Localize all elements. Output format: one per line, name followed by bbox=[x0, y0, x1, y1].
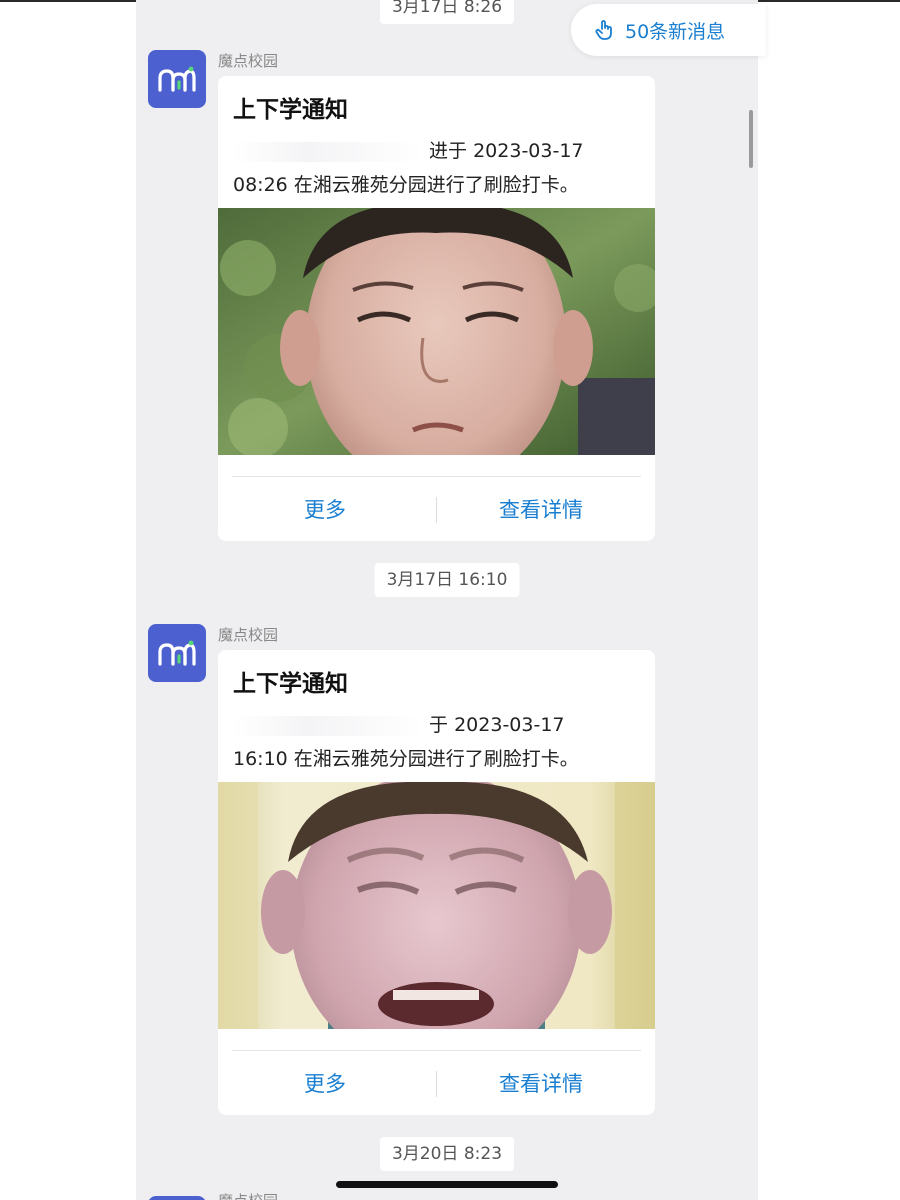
modian-logo-icon bbox=[158, 66, 196, 92]
card-divider bbox=[232, 476, 641, 477]
redacted-name bbox=[233, 141, 423, 162]
app-avatar[interactable] bbox=[148, 1196, 206, 1200]
view-details-button[interactable]: 查看详情 bbox=[499, 1068, 583, 1098]
sender-name: 魔点校园 bbox=[218, 1190, 278, 1200]
notification-card[interactable]: 上下学通知 于 2023-03-17 16:10 在湘云雅苑分园进行了刷脸打卡。 bbox=[218, 650, 655, 1115]
more-button[interactable]: 更多 bbox=[304, 1068, 346, 1098]
view-details-button[interactable]: 查看详情 bbox=[499, 494, 583, 524]
hand-pointer-icon bbox=[595, 20, 612, 40]
card-title: 上下学通知 bbox=[233, 97, 348, 123]
notification-card[interactable]: 上下学通知 进于 2023-03-17 08:26 在湘云雅苑分园进行了刷脸打卡… bbox=[218, 76, 655, 541]
sender-name: 魔点校园 bbox=[218, 52, 279, 70]
sender-name: 魔点校园 bbox=[218, 626, 279, 644]
card-text-line-2: 08:26 在湘云雅苑分园进行了刷脸打卡。 bbox=[233, 174, 579, 196]
face-scan-photo[interactable] bbox=[218, 782, 655, 1029]
card-text-line-1: 于 2023-03-17 bbox=[233, 710, 565, 737]
home-indicator[interactable] bbox=[336, 1181, 558, 1188]
timestamp: 3月17日 16:10 bbox=[374, 563, 520, 597]
action-separator bbox=[436, 1071, 437, 1097]
face-scan-photo[interactable] bbox=[218, 208, 655, 455]
chat-screen[interactable]: 3月17日 8:26 魔点校园 上下学通知 进于 2023-03-17 08:2… bbox=[136, 0, 758, 1200]
page: 3月17日 8:26 魔点校园 上下学通知 进于 2023-03-17 08:2… bbox=[0, 0, 900, 1200]
new-messages-button[interactable]: 50条新消息 bbox=[571, 4, 766, 56]
app-avatar[interactable] bbox=[148, 50, 206, 108]
timestamp: 3月20日 8:23 bbox=[379, 1137, 515, 1171]
app-avatar[interactable] bbox=[148, 624, 206, 682]
card-title: 上下学通知 bbox=[233, 671, 348, 697]
card-text-line-1-value: 于 2023-03-17 bbox=[429, 714, 565, 736]
card-text-line-1-value: 进于 2023-03-17 bbox=[429, 140, 584, 162]
redacted-name bbox=[233, 715, 423, 736]
scrollbar[interactable] bbox=[749, 110, 753, 168]
action-separator bbox=[436, 497, 437, 523]
new-messages-label: 50条新消息 bbox=[625, 20, 726, 43]
card-divider bbox=[232, 1050, 641, 1051]
more-button[interactable]: 更多 bbox=[304, 494, 346, 524]
card-text-line-2: 16:10 在湘云雅苑分园进行了刷脸打卡。 bbox=[233, 748, 579, 770]
card-text-line-1: 进于 2023-03-17 bbox=[233, 136, 584, 163]
modian-logo-icon bbox=[158, 640, 196, 666]
timestamp: 3月17日 8:26 bbox=[379, 0, 515, 24]
